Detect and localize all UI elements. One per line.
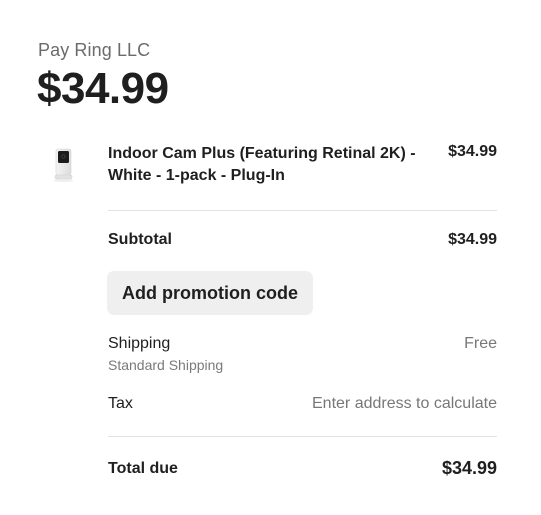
subtotal-value: $34.99 — [448, 231, 497, 248]
indoor-camera-icon — [50, 147, 78, 183]
line-item-price: $34.99 — [448, 143, 497, 160]
shipping-label: Shipping — [108, 335, 171, 352]
total-due-label: Total due — [108, 460, 178, 477]
shipping-value: Free — [464, 335, 497, 352]
checkout-amount: $34.99 — [37, 64, 169, 113]
total-due-value: $34.99 — [441, 458, 497, 478]
divider — [108, 436, 497, 437]
divider — [108, 210, 497, 211]
tax-label: Tax — [108, 395, 133, 412]
add-promotion-code-button[interactable]: Add promotion code — [107, 271, 313, 315]
subtotal-label: Subtotal — [108, 231, 172, 248]
merchant-name: Pay Ring LLC — [38, 40, 151, 60]
shipping-method: Standard Shipping — [108, 357, 224, 373]
line-item-name: Indoor Cam Plus (Featuring Retinal 2K) -… — [108, 145, 416, 184]
tax-value: Enter address to calculate — [312, 395, 497, 412]
